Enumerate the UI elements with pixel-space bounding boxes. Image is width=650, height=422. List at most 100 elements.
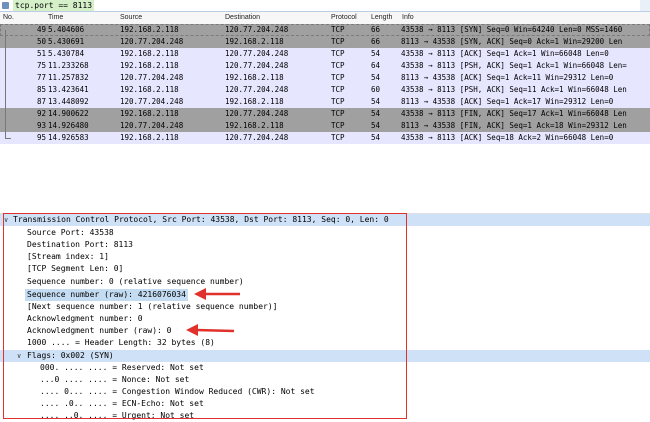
packet-dst-cell: 120.77.204.248 xyxy=(225,85,289,94)
packet-row[interactable]: 92 14.900622 192.168.2.118 120.77.204.248 TC… xyxy=(0,108,650,120)
packet-info-cell: 8113 → 43538 [SYN, ACK] Seq=0 Ack=1 Win=… xyxy=(401,37,623,46)
packet-row[interactable]: 95 14.926583 192.168.2.118 120.77.204.248 TC… xyxy=(0,132,650,144)
annotation-arrow-seq-icon xyxy=(194,288,240,300)
packet-row[interactable]: 77 11.257832 120.77.204.248 192.168.2.118 TC… xyxy=(0,72,650,84)
bookmark-icon[interactable] xyxy=(2,2,9,9)
segment-len-field[interactable]: [TCP Segment Len: 0] xyxy=(27,263,123,275)
flag-cwr-field[interactable]: .... 0... .... = Congestion Window Reduc… xyxy=(40,386,315,398)
packet-no-cell: 50 xyxy=(36,37,46,46)
flag-urgent-field[interactable]: .... ..0. .... = Urgent: Not set xyxy=(40,410,194,422)
packet-time-cell: 14.900622 xyxy=(48,109,89,118)
ack-raw-field[interactable]: Acknowledgment number (raw): 0 xyxy=(27,325,172,337)
packet-time-cell: 5.430691 xyxy=(48,37,85,46)
packet-src-cell: 120.77.204.248 xyxy=(120,121,184,130)
packet-time-cell: 13.448092 xyxy=(48,97,89,106)
packet-dst-cell: 192.168.2.118 xyxy=(225,121,284,130)
packet-info-cell: 43538 → 8113 [ACK] Seq=1 Ack=1 Win=66048… xyxy=(401,49,609,58)
packet-proto-cell: TCP xyxy=(331,49,345,58)
source-port-field[interactable]: Source Port: 43538 xyxy=(27,227,114,239)
column-protocol[interactable]: Protocol xyxy=(331,12,357,24)
packet-info-cell: 43538 → 8113 [SYN] Seq=0 Win=64240 Len=0… xyxy=(401,25,623,34)
ack-number-field[interactable]: Acknowledgment number: 0 xyxy=(27,313,143,325)
packet-proto-cell: TCP xyxy=(331,133,345,142)
packet-row[interactable]: 50 5.430691 120.77.204.248 192.168.2.118 TCP… xyxy=(0,36,650,48)
packet-len-cell: 60 xyxy=(371,85,381,94)
packet-len-cell: 54 xyxy=(371,49,381,58)
column-length[interactable]: Length xyxy=(371,12,392,24)
packet-time-cell: 5.404606 xyxy=(48,25,85,34)
packet-info-cell: 8113 → 43538 [ACK] Seq=1 Ack=17 Win=2931… xyxy=(401,97,614,106)
packet-time-cell: 5.430784 xyxy=(48,49,85,58)
display-filter-bar[interactable]: tcp.port == 8113 xyxy=(0,0,650,12)
packet-dst-cell: 120.77.204.248 xyxy=(225,49,289,58)
packet-row[interactable]: 87 13.448092 120.77.204.248 192.168.2.118 TC… xyxy=(0,96,650,108)
flags-chevron-icon[interactable]: ∨ xyxy=(17,350,21,362)
seq-raw-field[interactable]: Sequence number (raw): 4216076034 xyxy=(25,289,188,301)
flag-ecn-field[interactable]: .... .0.. .... = ECN-Echo: Not set xyxy=(40,398,204,410)
conversation-tree-line xyxy=(5,30,6,138)
packet-time-cell: 11.257832 xyxy=(48,73,89,82)
packet-row[interactable]: 49 5.404606 192.168.2.118 120.77.204.248 TCP… xyxy=(0,24,650,36)
packet-src-cell: 192.168.2.118 xyxy=(120,85,179,94)
stream-index-field[interactable]: [Stream index: 1] xyxy=(27,251,109,263)
packet-len-cell: 54 xyxy=(371,121,381,130)
packet-info-cell: 43538 → 8113 [FIN, ACK] Seq=17 Ack=1 Win… xyxy=(401,109,627,118)
filter-apply-icon[interactable] xyxy=(640,0,650,11)
packet-info-cell: 43538 → 8113 [ACK] Seq=18 Ack=2 Win=6604… xyxy=(401,133,614,142)
packet-row[interactable]: 93 14.926480 120.77.204.248 192.168.2.118 TC… xyxy=(0,120,650,132)
packet-proto-cell: TCP xyxy=(331,109,345,118)
packet-time-cell: 13.423641 xyxy=(48,85,89,94)
packet-no-cell: 95 xyxy=(36,133,46,142)
packet-len-cell: 64 xyxy=(371,61,381,70)
packet-no-cell: 85 xyxy=(36,85,46,94)
packet-info-cell: 43538 → 8113 [PSH, ACK] Seq=1 Ack=1 Win=… xyxy=(401,61,627,70)
packet-src-cell: 192.168.2.118 xyxy=(120,25,179,34)
packet-no-cell: 49 xyxy=(36,25,46,34)
packet-row[interactable]: 51 5.430784 192.168.2.118 120.77.204.248 TCP… xyxy=(0,48,650,60)
packet-proto-cell: TCP xyxy=(331,73,345,82)
packet-row[interactable]: 85 13.423641 192.168.2.118 120.77.204.248 TC… xyxy=(0,84,650,96)
column-source[interactable]: Source xyxy=(120,12,142,24)
column-destination[interactable]: Destination xyxy=(225,12,260,24)
tcp-header-row[interactable]: ∨ Transmission Control Protocol, Src Por… xyxy=(0,214,650,226)
destination-port-field[interactable]: Destination Port: 8113 xyxy=(27,239,133,251)
packet-details-pane: ∨ Transmission Control Protocol, Src Por… xyxy=(0,214,650,422)
packet-no-cell: 77 xyxy=(36,73,46,82)
packet-no-cell: 92 xyxy=(36,109,46,118)
flags-row[interactable]: ∨ Flags: 0x002 (SYN) xyxy=(0,350,650,362)
packet-src-cell: 192.168.2.118 xyxy=(120,133,179,142)
packet-proto-cell: TCP xyxy=(331,85,345,94)
display-filter-input[interactable]: tcp.port == 8113 xyxy=(13,0,95,11)
packet-src-cell: 120.77.204.248 xyxy=(120,97,184,106)
packet-time-cell: 14.926480 xyxy=(48,121,89,130)
packet-dst-cell: 192.168.2.118 xyxy=(225,73,284,82)
header-length-field[interactable]: 1000 .... = Header Length: 32 bytes (8) xyxy=(27,337,215,349)
flag-nonce-field[interactable]: ...0 .... .... = Nonce: Not set xyxy=(40,374,189,386)
packet-src-cell: 192.168.2.118 xyxy=(120,49,179,58)
packet-dst-cell: 120.77.204.248 xyxy=(225,133,289,142)
packet-row[interactable]: 75 11.233268 192.168.2.118 120.77.204.248 TC… xyxy=(0,60,650,72)
packet-src-cell: 120.77.204.248 xyxy=(120,37,184,46)
flags-label: Flags: 0x002 (SYN) xyxy=(27,351,114,360)
column-time[interactable]: Time xyxy=(48,12,63,24)
next-seq-field[interactable]: [Next sequence number: 1 (relative seque… xyxy=(27,301,277,313)
packet-proto-cell: TCP xyxy=(331,121,345,130)
packet-no-cell: 93 xyxy=(36,121,46,130)
conversation-tree-end xyxy=(5,138,11,139)
column-info[interactable]: Info xyxy=(402,12,414,24)
flag-reserved-field[interactable]: 000. .... .... = Reserved: Not set xyxy=(40,362,204,374)
collapse-chevron-icon[interactable]: ∨ xyxy=(4,214,8,226)
packet-proto-cell: TCP xyxy=(331,97,345,106)
packet-no-cell: 51 xyxy=(36,49,46,58)
annotation-arrow-ack-icon xyxy=(186,324,235,336)
packet-len-cell: 54 xyxy=(371,133,381,142)
packet-dst-cell: 192.168.2.118 xyxy=(225,97,284,106)
packet-src-cell: 192.168.2.118 xyxy=(120,61,179,70)
packet-len-cell: 54 xyxy=(371,73,381,82)
packet-proto-cell: TCP xyxy=(331,61,345,70)
packet-info-cell: 8113 → 43538 [FIN, ACK] Seq=1 Ack=18 Win… xyxy=(401,121,627,130)
column-no[interactable]: No. xyxy=(3,12,14,24)
packet-src-cell: 120.77.204.248 xyxy=(120,73,184,82)
packet-len-cell: 54 xyxy=(371,109,381,118)
packet-src-cell: 192.168.2.118 xyxy=(120,109,179,118)
